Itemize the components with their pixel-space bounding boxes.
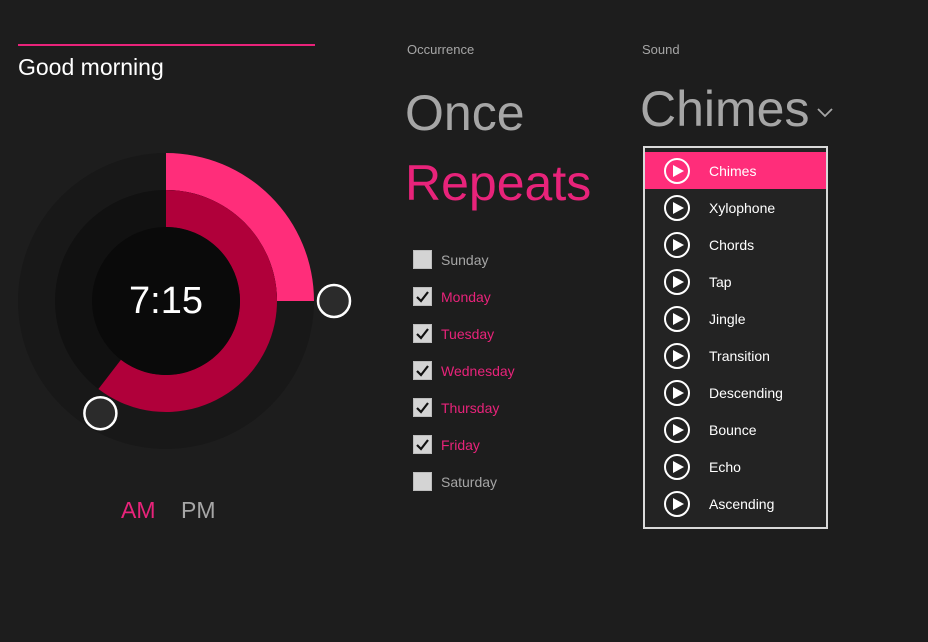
day-label: Saturday <box>441 473 498 490</box>
checkbox[interactable] <box>413 361 432 380</box>
sound-dropdown[interactable]: Chimes <box>640 81 834 137</box>
am-toggle[interactable]: AM <box>121 497 156 524</box>
checkmark-icon <box>416 439 429 451</box>
play-icon[interactable] <box>664 157 690 184</box>
time-display: 7:15 <box>129 280 203 322</box>
day-monday[interactable]: Monday <box>413 278 515 315</box>
play-icon[interactable] <box>664 194 690 221</box>
play-icon[interactable] <box>664 342 690 369</box>
day-thursday[interactable]: Thursday <box>413 389 515 426</box>
checkbox[interactable] <box>413 287 432 306</box>
day-tuesday[interactable]: Tuesday <box>413 315 515 352</box>
occurrence-once-option[interactable]: Once <box>405 88 525 138</box>
sound-option-xylophone[interactable]: Xylophone <box>645 189 826 226</box>
day-saturday[interactable]: Saturday <box>413 463 515 500</box>
sound-option-ascending[interactable]: Ascending <box>645 485 826 522</box>
checkbox[interactable] <box>413 398 432 417</box>
play-icon[interactable] <box>664 416 690 443</box>
sound-options-list: Chimes Xylophone Chords Tap Jingle Trans… <box>643 146 828 529</box>
repeat-days-list: Sunday Monday Tuesday Wednesday Thursday… <box>413 241 515 500</box>
play-icon[interactable] <box>664 268 690 295</box>
sound-option-label: Descending <box>709 384 783 401</box>
alarm-name-title[interactable]: Good morning <box>18 54 164 81</box>
sound-option-label: Transition <box>709 347 770 364</box>
sound-label: Sound <box>642 42 680 57</box>
sound-selected-value: Chimes <box>640 81 810 137</box>
sound-option-bounce[interactable]: Bounce <box>645 411 826 448</box>
occurrence-label: Occurrence <box>407 42 475 57</box>
day-label: Wednesday <box>441 362 515 379</box>
checkbox[interactable] <box>413 472 432 491</box>
sound-option-label: Jingle <box>709 310 746 327</box>
day-label: Monday <box>441 288 491 305</box>
day-friday[interactable]: Friday <box>413 426 515 463</box>
sound-option-descending[interactable]: Descending <box>645 374 826 411</box>
sound-option-label: Tap <box>709 273 732 290</box>
checkmark-icon <box>416 291 429 303</box>
play-icon[interactable] <box>664 305 690 332</box>
checkbox[interactable] <box>413 324 432 343</box>
play-icon[interactable] <box>664 379 690 406</box>
checkbox[interactable] <box>413 250 432 269</box>
day-label: Thursday <box>441 399 500 416</box>
header-accent-line <box>18 44 315 46</box>
sound-option-tap[interactable]: Tap <box>645 263 826 300</box>
play-icon[interactable] <box>664 490 690 517</box>
day-label: Sunday <box>441 251 489 268</box>
day-sunday[interactable]: Sunday <box>413 241 515 278</box>
sound-option-jingle[interactable]: Jingle <box>645 300 826 337</box>
sound-option-chords[interactable]: Chords <box>645 226 826 263</box>
checkmark-icon <box>416 402 429 414</box>
play-icon[interactable] <box>664 453 690 480</box>
sound-option-transition[interactable]: Transition <box>645 337 826 374</box>
sound-option-echo[interactable]: Echo <box>645 448 826 485</box>
occurrence-repeats-option[interactable]: Repeats <box>405 158 591 208</box>
sound-option-label: Ascending <box>709 495 775 512</box>
sound-option-label: Chords <box>709 236 755 253</box>
play-icon[interactable] <box>664 231 690 258</box>
sound-option-chimes[interactable]: Chimes <box>645 152 826 189</box>
chevron-down-icon <box>817 108 834 118</box>
sound-option-label: Bounce <box>709 421 757 438</box>
pm-toggle[interactable]: PM <box>181 497 216 524</box>
sound-option-label: Xylophone <box>709 199 776 216</box>
sound-option-label: Echo <box>709 458 741 475</box>
checkbox[interactable] <box>413 435 432 454</box>
hour-drag-handle[interactable] <box>83 395 118 431</box>
day-label: Tuesday <box>441 325 495 342</box>
day-label: Friday <box>441 436 480 453</box>
sound-option-label: Chimes <box>709 162 757 179</box>
checkmark-icon <box>416 365 429 377</box>
minute-drag-handle[interactable] <box>316 283 352 319</box>
day-wednesday[interactable]: Wednesday <box>413 352 515 389</box>
checkmark-icon <box>416 328 429 340</box>
